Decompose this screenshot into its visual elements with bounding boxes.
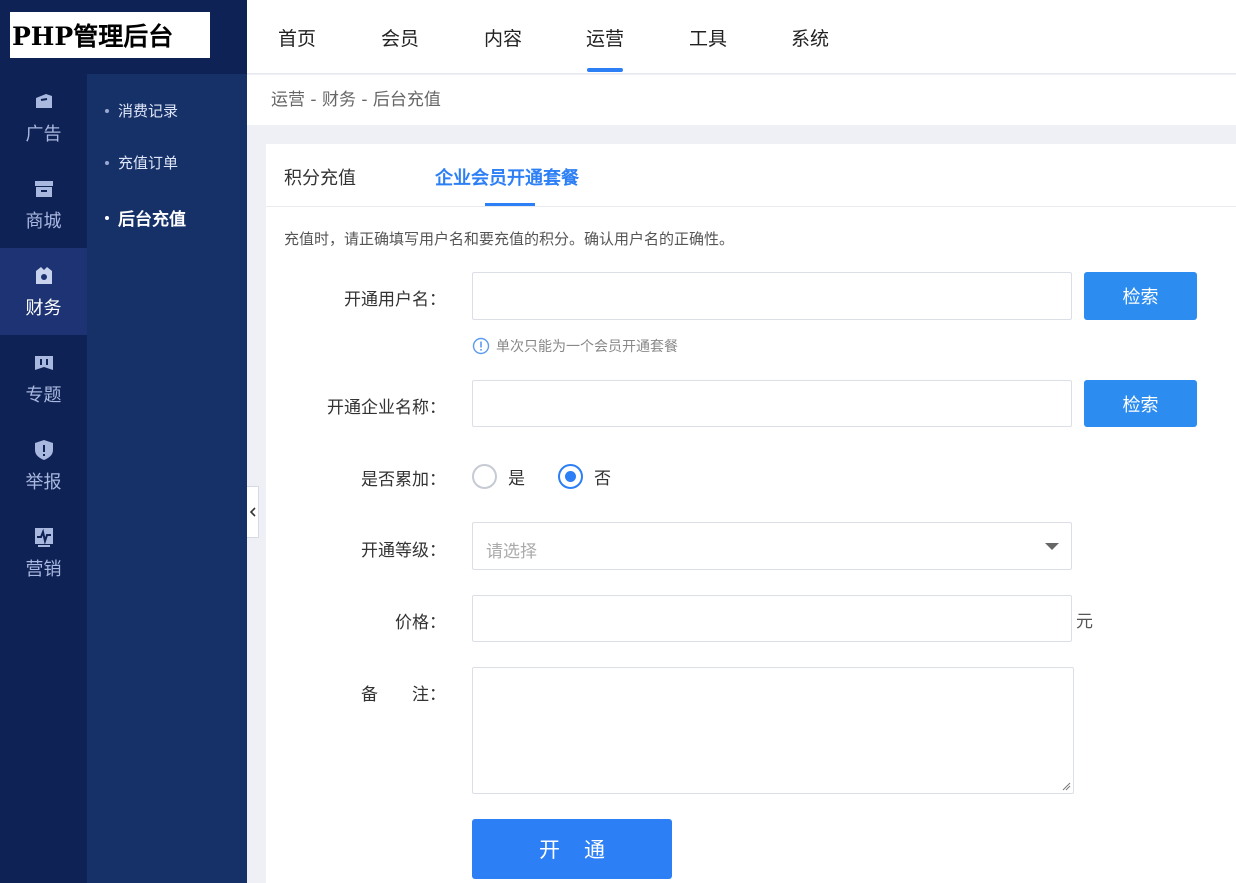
subnav-item-backend-recharge[interactable]: 后台充值	[105, 205, 186, 230]
store-icon	[32, 177, 56, 201]
accumulate-label: 是否累加：	[361, 470, 446, 490]
level-select[interactable]: 请选择	[472, 522, 1072, 570]
activate-button[interactable]: 开通	[472, 819, 672, 879]
topnav-members[interactable]: 会员	[381, 24, 419, 51]
rail-item-ad[interactable]: 广告	[0, 74, 87, 161]
rail-item-report[interactable]: 举报	[0, 422, 87, 509]
rail-label: 营销	[25, 558, 62, 580]
info-icon	[472, 337, 490, 355]
rail-label: 举报	[25, 471, 62, 493]
subnav-label: 后台充值	[118, 210, 186, 230]
sub-sidebar: 消费记录 充值订单 后台充值	[87, 74, 247, 883]
topnav-home[interactable]: 首页	[278, 24, 316, 51]
wallet-icon	[32, 264, 56, 288]
app-logo: PHP管理后台	[10, 12, 210, 58]
collapse-sidebar-button[interactable]	[247, 486, 259, 538]
marketing-chart-icon	[32, 525, 56, 549]
topnav-operations[interactable]: 运营	[586, 24, 624, 72]
hint: 单次只能为一个会员开通套餐	[472, 336, 678, 356]
tab-bar: 积分充值 企业会员开通套餐	[266, 144, 1236, 207]
username-label: 开通用户名：	[344, 290, 446, 310]
price-label: 价格：	[395, 613, 446, 633]
hint-text: 单次只能为一个会员开通套餐	[496, 339, 678, 355]
tab-enterprise-package[interactable]: 企业会员开通套餐	[435, 164, 579, 190]
level-placeholder: 请选择	[486, 542, 537, 562]
subnav-item-consumption[interactable]: 消费记录	[105, 100, 178, 121]
remark-textarea[interactable]	[472, 667, 1074, 794]
ad-icon	[32, 90, 56, 114]
subnav-label: 充值订单	[118, 154, 179, 172]
company-input[interactable]	[472, 380, 1072, 427]
accumulate-no-radio[interactable]: 否	[558, 464, 611, 489]
topnav-tools[interactable]: 工具	[689, 24, 727, 51]
remark-label: 备 注：	[361, 685, 446, 705]
rail-item-topic[interactable]: 专题	[0, 335, 87, 422]
tab-active-indicator	[485, 203, 535, 206]
price-input[interactable]	[472, 595, 1072, 642]
rail-item-marketing[interactable]: 营销	[0, 509, 87, 596]
breadcrumb: 运营 - 财务 - 后台充值	[247, 75, 1236, 125]
report-shield-icon	[32, 438, 56, 462]
rail-label: 广告	[25, 123, 62, 145]
rail-label: 专题	[25, 384, 62, 406]
username-search-button[interactable]: 检索	[1084, 272, 1197, 320]
topnav-system[interactable]: 系统	[791, 24, 829, 51]
accumulate-yes-radio[interactable]: 是	[472, 464, 525, 489]
company-search-button[interactable]: 检索	[1084, 380, 1197, 427]
rail-item-store[interactable]: 商城	[0, 161, 87, 248]
chevron-left-icon	[249, 507, 256, 517]
bullet-icon	[105, 160, 109, 165]
resize-handle-icon[interactable]	[1061, 781, 1071, 791]
top-nav: 首页 会员 内容 运营 工具 系统	[247, 0, 1236, 74]
bullet-icon	[105, 215, 109, 220]
radio-label: 否	[594, 469, 611, 489]
topnav-content[interactable]: 内容	[484, 24, 522, 51]
topic-icon	[32, 351, 56, 375]
price-unit: 元	[1076, 612, 1093, 632]
caret-down-icon	[1045, 543, 1059, 550]
username-input[interactable]	[472, 272, 1072, 320]
rail-label: 商城	[25, 210, 62, 232]
logo-area: PHP管理后台	[0, 0, 247, 74]
radio-label: 是	[508, 469, 525, 489]
subnav-label: 消费记录	[118, 102, 179, 120]
tab-points-recharge[interactable]: 积分充值	[284, 164, 356, 190]
subnav-item-orders[interactable]: 充值订单	[105, 152, 178, 173]
company-label: 开通企业名称：	[327, 398, 446, 418]
rail-label: 财务	[25, 297, 62, 319]
radio-circle	[558, 464, 583, 489]
radio-circle	[472, 464, 497, 489]
bullet-icon	[105, 108, 109, 113]
rail-item-finance[interactable]: 财务	[0, 248, 87, 335]
notice-text: 充值时，请正确填写用户名和要充值的积分。确认用户名的正确性。	[284, 230, 735, 248]
level-label: 开通等级：	[361, 541, 446, 561]
main-card: 积分充值 企业会员开通套餐 充值时，请正确填写用户名和要充值的积分。确认用户名的…	[266, 144, 1236, 883]
